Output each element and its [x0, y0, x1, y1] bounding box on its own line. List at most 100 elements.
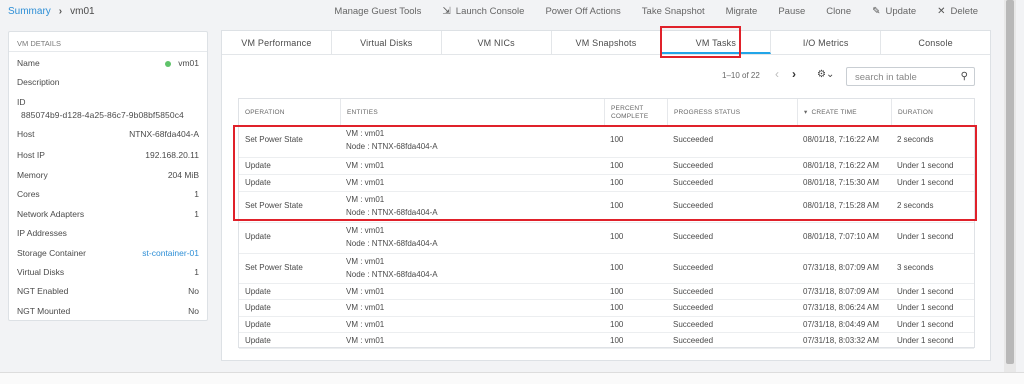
cell-duration: Under 1 second: [897, 320, 954, 329]
table-row[interactable]: Update VM : vm01 100 Succeeded 07/31/18, 8:0…: [239, 300, 974, 317]
cell-duration: Under 1 second: [897, 287, 954, 296]
detail-row-host-ip: Host IP 192.168.20.11: [17, 150, 199, 160]
cell-entity-vm: VM : vm01: [346, 336, 385, 345]
pause-label: Pause: [778, 6, 806, 17]
detail-row-host: Host NTNX-68fda404-A: [17, 129, 199, 139]
detail-value-ngt-enabled: No: [188, 286, 199, 296]
search-input[interactable]: [855, 69, 955, 85]
tab-vm-nics[interactable]: VM NICs: [442, 31, 552, 54]
search-icon[interactable]: ⚲: [961, 71, 968, 82]
cell-percent: 100: [610, 303, 624, 312]
detail-row-description: Description: [17, 77, 199, 87]
table-row[interactable]: Update VM : vm01 100 Succeeded 07/31/18, 8:0…: [239, 317, 974, 333]
prev-page-button[interactable]: ‹: [775, 67, 779, 81]
detail-value-text-host-ip: 192.168.20.11: [145, 150, 199, 160]
detail-value-storage-container[interactable]: st-container-01: [142, 248, 199, 258]
migrate-button[interactable]: Migrate: [726, 6, 758, 17]
cell-entity-vm: VM : vm01: [346, 303, 385, 312]
detail-row-id: ID: [17, 97, 199, 107]
detail-row-network-adapters: Network Adapters 1: [17, 209, 199, 219]
detail-label-id: ID: [17, 97, 26, 107]
column-header-progress-status: PROGRESS STATUS: [667, 99, 797, 126]
top-bar: Summary › vm01 Manage Guest Tools ⇲ Launch…: [0, 0, 1004, 24]
table-row[interactable]: Update VM : vm01 100 Succeeded 07/31/18, 8:0…: [239, 284, 974, 300]
bottom-bar: [0, 372, 1024, 384]
manage-guest-tools-label: Manage Guest Tools: [334, 6, 422, 17]
delete-button[interactable]: ✕ Delete: [937, 6, 978, 17]
tab-virtual-disks[interactable]: Virtual Disks: [332, 31, 442, 54]
column-header-operation: OPERATION: [245, 108, 285, 116]
table-row[interactable]: Set Power State VM : vm01 Node : NTNX-68fd…: [239, 254, 974, 284]
vm-id-value: 885074b9-d128-4a25-86c7-9b08bf5850c4: [21, 110, 184, 120]
detail-row-cores: Cores 1: [17, 189, 199, 199]
column-header-entities: ENTITIES: [340, 99, 604, 126]
update-button[interactable]: ✎ Update: [872, 6, 916, 17]
power-off-actions-button[interactable]: Power Off Actions: [545, 6, 620, 17]
launch-console-label: Launch Console: [455, 6, 525, 17]
cell-duration: Under 1 second: [897, 303, 954, 312]
scrollbar-thumb[interactable]: [1006, 0, 1014, 364]
detail-value-text-cores: 1: [194, 189, 199, 199]
detail-row-name: Name vm01: [17, 58, 199, 68]
take-snapshot-label: Take Snapshot: [641, 6, 705, 17]
detail-value-text-storage-container: st-container-01: [142, 248, 199, 258]
detail-value-ngt-mounted: No: [188, 306, 199, 316]
detail-value-text-ngt-enabled: No: [188, 286, 199, 296]
pause-button[interactable]: Pause: [778, 6, 805, 17]
column-header-create-time[interactable]: ▾ CREATE TIME: [797, 99, 891, 126]
status-dot-icon: [165, 60, 172, 67]
gear-icon[interactable]: ⚙⌄: [817, 69, 834, 80]
launch-console-button[interactable]: ⇲ Launch Console: [442, 6, 524, 17]
detail-row-ngt-enabled: NGT Enabled No: [17, 286, 199, 296]
column-header-duration: DURATION: [891, 99, 974, 126]
detail-row-ngt-mounted: NGT Mounted No: [17, 306, 199, 316]
tab-vm-snapshots[interactable]: VM Snapshots: [552, 31, 662, 54]
detail-label-storage-container: Storage Container: [17, 248, 86, 258]
rows-highlight-box: [233, 125, 977, 221]
cell-percent: 100: [610, 287, 624, 296]
vm-details-panel: VM DETAILS Name vm01 Description ID Host NTNX…: [8, 31, 208, 321]
detail-label-ip-addresses: IP Addresses: [17, 228, 67, 238]
take-snapshot-button[interactable]: Take Snapshot: [642, 6, 705, 17]
manage-guest-tools-button[interactable]: Manage Guest Tools: [334, 6, 421, 17]
column-header-percent-complete: PERCENT COMPLETE: [604, 99, 667, 126]
cell-create-time: 07/31/18, 8:07:09 AM: [803, 287, 880, 296]
table-header: OPERATION ENTITIES PERCENT COMPLETE PROGRES…: [239, 99, 974, 126]
detail-value-host: NTNX-68fda404-A: [129, 129, 199, 139]
detail-label-host: Host: [17, 129, 35, 139]
cell-operation: Update: [245, 320, 271, 329]
detail-value-text-host: NTNX-68fda404-A: [129, 129, 199, 139]
table-row[interactable]: Update VM : vm01 100 Succeeded 07/31/18, 8:0…: [239, 333, 974, 349]
next-page-button[interactable]: ›: [792, 67, 796, 81]
detail-label-name: Name: [17, 58, 40, 68]
detail-row-virtual-disks: Virtual Disks 1: [17, 267, 199, 277]
detail-value-text-ngt-mounted: No: [188, 306, 199, 316]
tab-console[interactable]: Console: [881, 31, 990, 54]
detail-label-ngt-mounted: NGT Mounted: [17, 306, 71, 316]
tab-vm-performance[interactable]: VM Performance: [222, 31, 332, 54]
table-row[interactable]: Update VM : vm01 Node : NTNX-68fda404-A 100…: [239, 223, 974, 254]
cell-status: Succeeded: [673, 336, 714, 345]
cell-create-time: 07/31/18, 8:04:49 AM: [803, 320, 880, 329]
vertical-scrollbar[interactable]: [1004, 0, 1016, 372]
detail-value-cores: 1: [194, 189, 199, 199]
clone-button[interactable]: Clone: [826, 6, 851, 17]
detail-value-name: vm01: [165, 58, 199, 68]
detail-label-host-ip: Host IP: [17, 150, 45, 160]
detail-label-memory: Memory: [17, 170, 48, 180]
cell-entity-vm: VM : vm01: [346, 257, 385, 266]
cell-operation: Update: [245, 336, 271, 345]
action-bar: Manage Guest Tools ⇲ Launch Console Power O…: [313, 6, 978, 17]
cell-operation: Set Power State: [245, 263, 303, 272]
breadcrumb-summary-link[interactable]: Summary: [8, 6, 51, 17]
cell-duration: Under 1 second: [897, 232, 954, 241]
cell-percent: 100: [610, 232, 624, 241]
detail-value-network-adapters: 1: [194, 209, 199, 219]
tab-highlight-box: [660, 26, 741, 58]
cell-status: Succeeded: [673, 232, 714, 241]
pager-text: 1–10 of 22: [722, 71, 760, 80]
detail-label-network-adapters: Network Adapters: [17, 209, 85, 219]
tab-i-o-metrics[interactable]: I/O Metrics: [771, 31, 882, 54]
cell-create-time: 08/01/18, 7:07:10 AM: [803, 232, 880, 241]
detail-value-text-virtual-disks: 1: [194, 267, 199, 277]
